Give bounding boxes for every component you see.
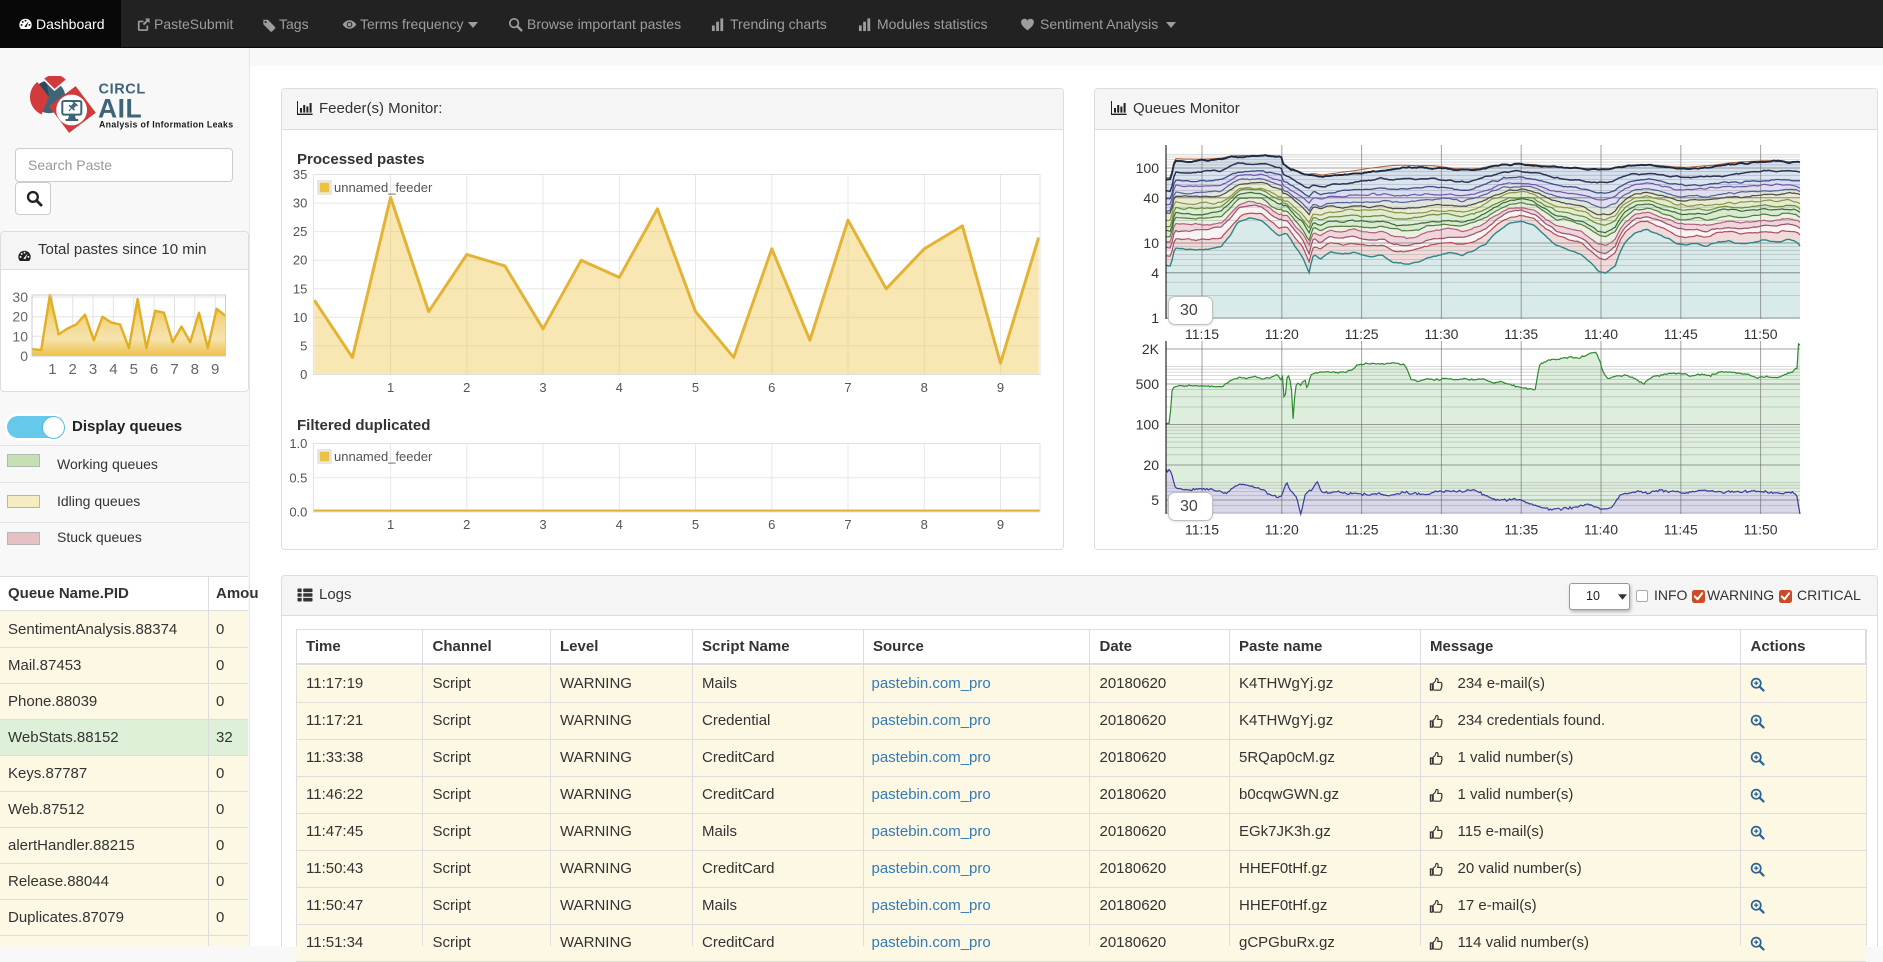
svg-text:11:45: 11:45 — [1664, 522, 1698, 538]
svg-text:1: 1 — [387, 380, 394, 395]
svg-text:4: 4 — [109, 361, 117, 378]
svg-text:20: 20 — [1143, 457, 1159, 473]
svg-text:25: 25 — [293, 224, 307, 239]
svg-text:9: 9 — [211, 361, 219, 378]
svg-text:2: 2 — [463, 517, 470, 532]
svg-text:0.5: 0.5 — [290, 470, 307, 485]
svg-text:20: 20 — [12, 309, 28, 325]
svg-text:9: 9 — [997, 380, 1004, 395]
svg-text:11:40: 11:40 — [1584, 522, 1618, 538]
svg-text:11:50: 11:50 — [1744, 522, 1778, 538]
svg-text:11:35: 11:35 — [1504, 522, 1538, 538]
svg-text:100: 100 — [1136, 160, 1160, 176]
svg-text:30: 30 — [293, 196, 307, 211]
svg-text:2: 2 — [69, 361, 77, 378]
svg-text:0: 0 — [20, 348, 28, 364]
svg-text:5: 5 — [692, 517, 699, 532]
svg-text:15: 15 — [293, 281, 307, 296]
svg-text:10: 10 — [1143, 235, 1159, 251]
svg-text:0.0: 0.0 — [290, 505, 307, 520]
svg-text:11:15: 11:15 — [1185, 522, 1219, 538]
svg-text:5: 5 — [1151, 492, 1159, 508]
svg-text:8: 8 — [191, 361, 199, 378]
svg-text:10: 10 — [12, 328, 28, 344]
svg-text:6: 6 — [768, 380, 775, 395]
svg-text:1.0: 1.0 — [290, 437, 307, 451]
svg-text:10: 10 — [293, 310, 307, 325]
svg-text:3: 3 — [539, 380, 546, 395]
svg-text:9: 9 — [997, 517, 1004, 532]
svg-text:100: 100 — [1136, 417, 1160, 433]
svg-text:6: 6 — [150, 361, 158, 378]
svg-text:4: 4 — [616, 380, 623, 395]
svg-text:8: 8 — [921, 517, 928, 532]
svg-text:5: 5 — [300, 338, 307, 353]
svg-text:1: 1 — [1151, 310, 1159, 326]
svg-text:11:25: 11:25 — [1345, 522, 1379, 538]
svg-text:40: 40 — [1143, 190, 1159, 206]
svg-text:1: 1 — [48, 361, 56, 378]
svg-text:11:20: 11:20 — [1265, 522, 1299, 538]
svg-text:5: 5 — [130, 361, 138, 378]
svg-text:4: 4 — [616, 517, 623, 532]
svg-text:11:30: 11:30 — [1424, 522, 1458, 538]
svg-text:6: 6 — [768, 517, 775, 532]
svg-text:5: 5 — [692, 380, 699, 395]
svg-text:0: 0 — [300, 367, 307, 382]
svg-text:3: 3 — [89, 361, 97, 378]
svg-text:unnamed_feeder: unnamed_feeder — [334, 180, 433, 195]
svg-text:Analysis of Information Leaks: Analysis of Information Leaks — [99, 120, 233, 130]
svg-text:1: 1 — [387, 517, 394, 532]
svg-text:2K: 2K — [1142, 341, 1160, 357]
svg-text:unnamed_feeder: unnamed_feeder — [334, 449, 433, 464]
svg-text:7: 7 — [170, 361, 178, 378]
svg-text:2: 2 — [463, 380, 470, 395]
svg-text:8: 8 — [921, 380, 928, 395]
svg-text:4: 4 — [1151, 265, 1159, 281]
svg-text:30: 30 — [12, 289, 28, 305]
svg-text:20: 20 — [293, 253, 307, 268]
svg-text:7: 7 — [844, 517, 851, 532]
svg-text:7: 7 — [844, 380, 851, 395]
svg-text:3: 3 — [539, 517, 546, 532]
svg-text:500: 500 — [1136, 376, 1160, 392]
svg-text:35: 35 — [293, 168, 307, 182]
